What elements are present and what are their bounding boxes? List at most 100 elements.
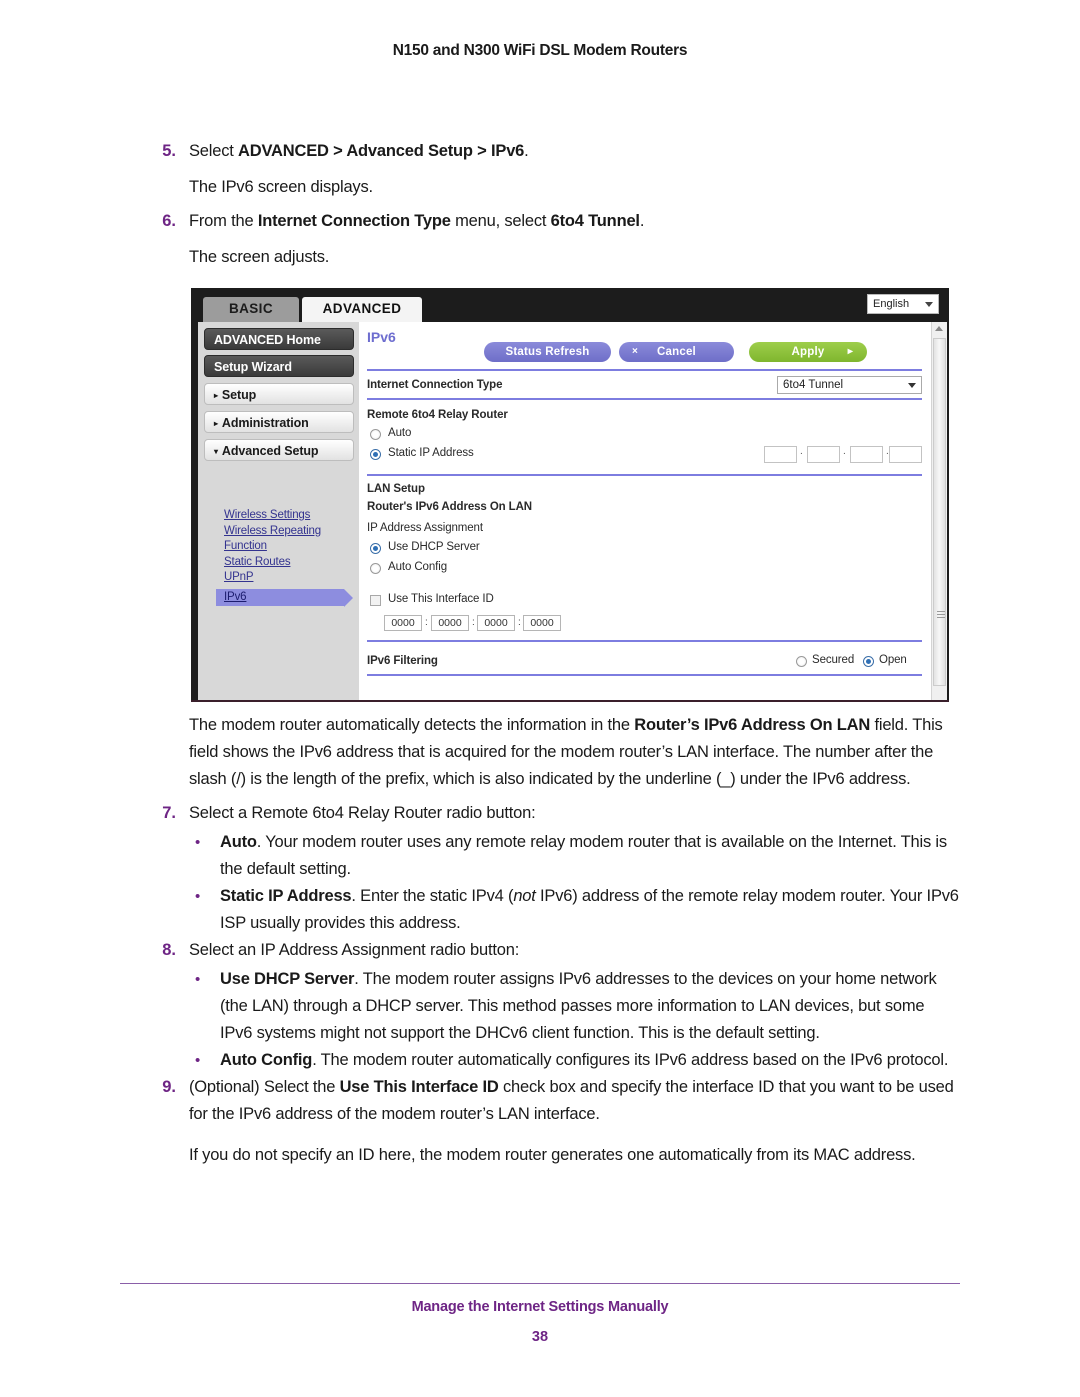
relay-ip-octet-1[interactable] (764, 446, 797, 463)
bullet-icon: • (195, 971, 201, 988)
step-9: 9. (Optional) Select the Use This Interf… (155, 1074, 960, 1128)
use-dhcp-server-radio[interactable] (370, 543, 381, 554)
step-8-number: 8. (162, 941, 176, 959)
step-8-bullet-autoconfig-bold: Auto Config (220, 1051, 313, 1069)
chevron-down-icon: ▾ (214, 447, 218, 456)
divider-3 (367, 474, 922, 476)
footer-divider (120, 1283, 960, 1284)
sidebar-sublinks: Wireless Settings Wireless Repeating Fun… (216, 508, 356, 606)
apply-button[interactable]: Apply ▸ (749, 342, 867, 362)
step-8: 8. Select an IP Address Assignment radio… (155, 937, 960, 964)
chevron-right-icon: ▸ (847, 346, 853, 357)
apply-button-label: Apply (791, 346, 825, 358)
sidebar-item-setup-wizard[interactable]: Setup Wizard (204, 355, 354, 377)
step-6-number: 6. (162, 212, 176, 230)
step-8-bullet-autoconfig-text: Auto Config. The modem router automatica… (220, 1047, 960, 1074)
relay-ip-octet-4[interactable] (889, 446, 922, 463)
step-7-bullet-auto-text: Auto. Your modem router uses any remote … (220, 829, 960, 883)
sidebar-link-static-routes[interactable]: Static Routes (224, 555, 356, 571)
relay-ip-octet-2[interactable] (807, 446, 840, 463)
lan-setup-heading: LAN Setup (367, 483, 425, 495)
step-5-post: . (524, 142, 529, 160)
step-8-bullet-autoconfig: • Auto Config. The modem router automati… (189, 1047, 960, 1074)
cancel-button[interactable]: × Cancel (619, 342, 734, 362)
step-7-bullet-static: • Static IP Address. Enter the static IP… (189, 883, 960, 937)
divider-2 (367, 398, 922, 400)
sidebar-link-wireless-repeating-function[interactable]: Function (224, 539, 356, 555)
detect-bold: Router’s IPv6 Address On LAN (634, 716, 871, 734)
interface-id-group-1[interactable]: 0000 (384, 615, 422, 631)
interface-id-group-4[interactable]: 0000 (523, 615, 561, 631)
sidebar-item-advanced-setup-label: Advanced Setup (221, 444, 319, 458)
panel-title: IPv6 (367, 329, 396, 345)
ip-separator-1: . (800, 446, 803, 457)
auto-config-label: Auto Config (388, 561, 447, 573)
step-6-mid: menu, select (450, 212, 551, 230)
sidebar-link-upnp[interactable]: UPnP (224, 570, 356, 586)
filtering-secured-radio[interactable] (796, 656, 807, 667)
scrollbar-thumb-grip[interactable] (937, 611, 945, 618)
step-5-text: Select ADVANCED > Advanced Setup > IPv6. (189, 138, 960, 165)
interface-id-group-3[interactable]: 0000 (477, 615, 515, 631)
internet-connection-type-value: 6to4 Tunnel (783, 379, 844, 391)
chevron-down-icon (925, 302, 933, 307)
step-6-pre: From the (189, 212, 258, 230)
step-9-text: (Optional) Select the Use This Interface… (189, 1074, 960, 1128)
scrollbar-track[interactable] (933, 338, 946, 686)
router-ipv6-address-on-lan-label: Router's IPv6 Address On LAN (367, 501, 533, 513)
step-7-bullet-auto-bold: Auto (220, 833, 257, 851)
step-5: 5. Select ADVANCED > Advanced Setup > IP… (155, 138, 960, 165)
hex-separator-3: : (518, 617, 521, 628)
step-7-number: 7. (162, 804, 176, 822)
step-7-bullet-auto-body: . Your modem router uses any remote rela… (220, 833, 947, 878)
step-5-pre: Select (189, 142, 239, 160)
relay-section-heading: Remote 6to4 Relay Router (367, 409, 508, 421)
sidebar-link-wireless-repeating[interactable]: Wireless Repeating (224, 524, 356, 540)
ip-address-assignment-label: IP Address Assignment (367, 522, 483, 534)
auto-config-radio[interactable] (370, 563, 381, 574)
filtering-open-radio[interactable] (863, 656, 874, 667)
sidebar-link-ipv6-active[interactable]: IPv6 (216, 588, 353, 606)
step-7-bullet-auto: • Auto. Your modem router uses any remot… (189, 829, 960, 883)
ip-separator-2: . (843, 446, 846, 457)
sidebar-item-administration-label: Administration (221, 416, 309, 430)
sidebar-item-setup[interactable]: ▸ Setup (204, 383, 354, 405)
step-9-pre: (Optional) Select the (189, 1078, 340, 1096)
relay-static-ip-radio[interactable] (370, 449, 381, 460)
divider-5 (367, 674, 922, 676)
step-6-post: . (639, 212, 645, 230)
divider-1 (367, 369, 922, 371)
filtering-open-label: Open (879, 654, 907, 666)
status-refresh-button[interactable]: Status Refresh (484, 342, 611, 362)
language-select[interactable]: English (867, 294, 939, 314)
scroll-up-arrow-icon[interactable] (935, 326, 943, 331)
sidebar-item-advanced-home[interactable]: ADVANCED Home (204, 328, 354, 350)
step-6-bold-1: Internet Connection Type (257, 212, 451, 230)
relay-auto-label: Auto (388, 427, 412, 439)
internet-connection-type-select[interactable]: 6to4 Tunnel (777, 376, 922, 394)
divider-4 (367, 640, 922, 642)
tab-basic[interactable]: BASIC (203, 297, 299, 322)
step-7-text: Select a Remote 6to4 Relay Router radio … (189, 804, 536, 822)
sidebar-item-advanced-setup[interactable]: ▾ Advanced Setup (204, 439, 354, 461)
bullet-icon: • (195, 888, 201, 905)
use-this-interface-id-checkbox[interactable] (370, 595, 381, 606)
step-5-number: 5. (162, 142, 176, 160)
sidebar-item-administration[interactable]: ▸ Administration (204, 411, 354, 433)
step-9-number: 9. (162, 1078, 176, 1096)
cancel-button-label: Cancel (657, 346, 696, 358)
tab-advanced[interactable]: ADVANCED (302, 297, 422, 322)
relay-ip-octet-3[interactable] (850, 446, 883, 463)
sidebar-link-wireless-settings[interactable]: Wireless Settings (224, 508, 356, 524)
use-dhcp-server-label: Use DHCP Server (388, 541, 480, 553)
step-7: 7. Select a Remote 6to4 Relay Router rad… (155, 800, 960, 827)
step-7-bullet-static-text: Static IP Address. Enter the static IPv4… (220, 883, 960, 937)
step-8-bullet-dhcp: • Use DHCP Server. The modem router assi… (189, 966, 960, 1047)
sidebar-item-advanced-home-label: ADVANCED Home (214, 333, 321, 347)
panel-scrollbar[interactable] (931, 322, 947, 700)
relay-auto-radio[interactable] (370, 429, 381, 440)
step-6-result: The screen adjusts. (189, 248, 330, 266)
status-refresh-button-label: Status Refresh (505, 346, 590, 358)
step-6-text: From the Internet Connection Type menu, … (189, 208, 960, 235)
interface-id-group-2[interactable]: 0000 (431, 615, 469, 631)
